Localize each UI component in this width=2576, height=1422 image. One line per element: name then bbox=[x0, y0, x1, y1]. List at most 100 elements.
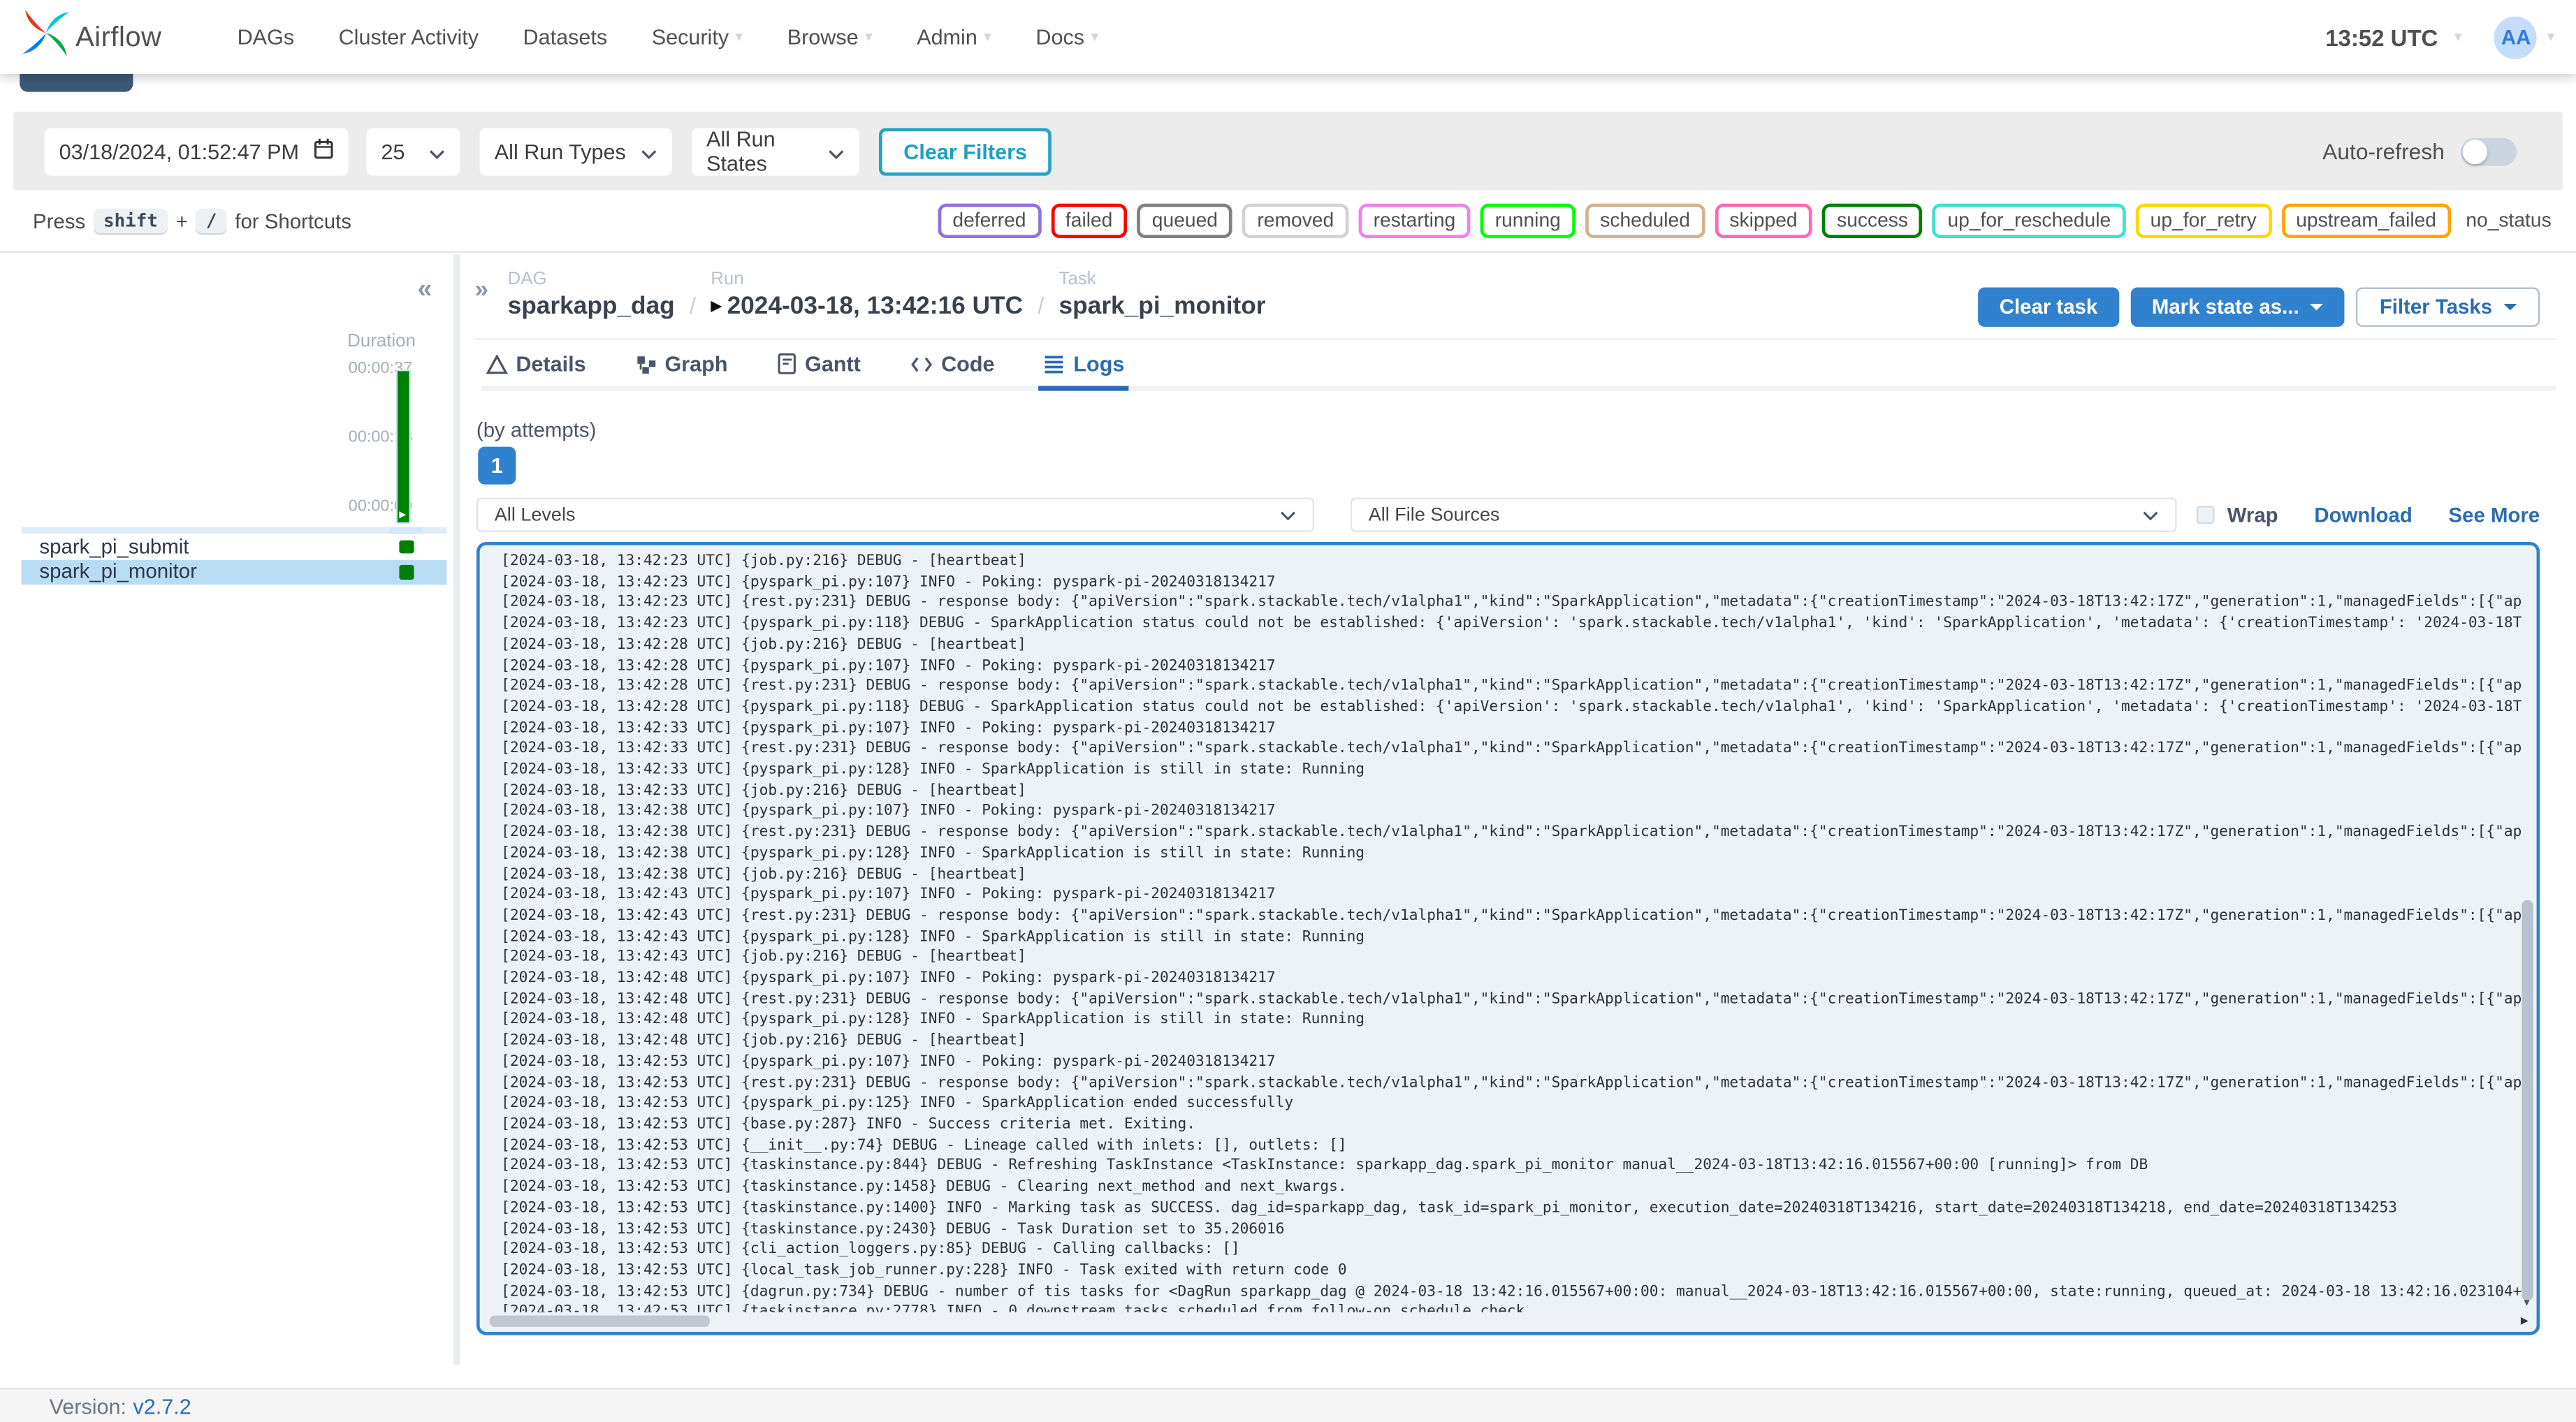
tab-gantt[interactable]: Gantt bbox=[772, 348, 866, 386]
log-line: [2024-03-18, 13:42:23 UTC] {rest.py:231}… bbox=[501, 595, 2522, 612]
scroll-down-arrow-icon[interactable]: ▼ bbox=[2522, 1299, 2532, 1309]
chevron-down-icon bbox=[641, 139, 657, 163]
tab-label: Code bbox=[941, 351, 995, 376]
breadcrumb-separator: / bbox=[689, 292, 697, 319]
state-legend: deferred failed queued removed restartin… bbox=[938, 203, 2556, 238]
scroll-right-arrow-icon[interactable]: ▶ bbox=[2521, 1315, 2528, 1327]
tab-label: Logs bbox=[1073, 351, 1125, 376]
airflow-brand[interactable]: Airflow bbox=[22, 6, 162, 67]
log-line: [2024-03-18, 13:42:48 UTC] {pyspark_pi.p… bbox=[501, 970, 1276, 988]
attempt-1-button[interactable]: 1 bbox=[478, 446, 516, 485]
toggle-knob bbox=[2462, 138, 2488, 163]
avatar[interactable]: AA bbox=[2494, 15, 2538, 59]
log-line: [2024-03-18, 13:42:43 UTC] {job.py:216} … bbox=[501, 949, 1026, 967]
airflow-app: Airflow DAGs Cluster Activity Datasets S… bbox=[0, 0, 2576, 1422]
task-instance-square[interactable] bbox=[399, 539, 414, 554]
log-line: [2024-03-18, 13:42:48 UTC] {pyspark_pi.p… bbox=[501, 1012, 1365, 1029]
log-level-select[interactable]: All Levels bbox=[476, 497, 1315, 532]
task-actions: Clear task Mark state as... Filter Tasks bbox=[1978, 287, 2540, 327]
log-line: [2024-03-18, 13:42:53 UTC] {pyspark_pi.p… bbox=[501, 1054, 1276, 1071]
shortcut-legend-row: Press shift + / for Shortcuts deferred f… bbox=[0, 190, 2576, 254]
grid-sidebar: « Duration 00:00:37 00:00:18 00:00:00 ▶ … bbox=[21, 254, 447, 1387]
nav-links: DAGs Cluster Activity Datasets Security … bbox=[238, 24, 1099, 49]
chevron-down-icon: ▾ bbox=[984, 27, 991, 45]
breadcrumb-dag[interactable]: DAG sparkapp_dag bbox=[508, 270, 675, 321]
run-timestamp: 2024-03-18, 13:42:16 UTC bbox=[727, 292, 1024, 321]
footer: Version: v2.7.2 bbox=[0, 1387, 2576, 1422]
chevron-down-icon[interactable]: ▾ bbox=[2547, 28, 2555, 46]
wrap-checkbox[interactable] bbox=[2196, 506, 2214, 525]
collapse-sidebar-icon[interactable]: « bbox=[417, 276, 432, 305]
breadcrumb-run-value[interactable]: ▶ 2024-03-18, 13:42:16 UTC bbox=[711, 293, 1023, 321]
dag-run-duration-bar[interactable]: ▶ bbox=[395, 369, 411, 525]
breadcrumb-dag-label: DAG bbox=[507, 269, 547, 289]
horizontal-scrollbar[interactable]: ▶ bbox=[483, 1314, 2533, 1329]
filter-tasks-button[interactable]: Filter Tasks bbox=[2356, 287, 2540, 327]
nav-item-datasets[interactable]: Datasets bbox=[523, 24, 608, 49]
file-source-select[interactable]: All File Sources bbox=[1350, 497, 2177, 532]
nav-item-docs[interactable]: Docs ▾ bbox=[1035, 24, 1098, 49]
task-row-spark-pi-submit[interactable]: spark_pi_submit bbox=[21, 534, 447, 559]
calendar-icon[interactable] bbox=[314, 138, 333, 165]
breadcrumb-dag-value[interactable]: sparkapp_dag bbox=[508, 293, 675, 321]
tab-logs[interactable]: Logs bbox=[1039, 348, 1130, 391]
log-level-value: All Levels bbox=[494, 505, 576, 525]
horizontal-scrollbar-thumb[interactable] bbox=[489, 1315, 710, 1327]
vertical-scrollbar-thumb[interactable] bbox=[2522, 900, 2533, 1301]
log-line: [2024-03-18, 13:42:53 UTC] {__init__.py:… bbox=[501, 1137, 1347, 1155]
task-instance-square[interactable] bbox=[399, 564, 414, 579]
expand-panel-icon[interactable]: » bbox=[475, 276, 489, 304]
base-date-input[interactable]: 03/18/2024, 01:52:47 PM bbox=[44, 127, 349, 175]
run-types-value: All Run Types bbox=[494, 138, 626, 163]
nav-item-dags[interactable]: DAGs bbox=[238, 24, 295, 49]
run-states-value: All Run States bbox=[706, 126, 776, 176]
nav-item-cluster-activity[interactable]: Cluster Activity bbox=[339, 24, 479, 49]
breadcrumb-task[interactable]: Task spark_pi_monitor bbox=[1059, 270, 1266, 321]
log-line: [2024-03-18, 13:42:23 UTC] {job.py:216} … bbox=[501, 553, 1026, 570]
legend-no-status: no_status bbox=[2466, 208, 2552, 232]
tab-label: Graph bbox=[664, 351, 728, 376]
log-line: [2024-03-18, 13:42:53 UTC] {taskinstance… bbox=[501, 1221, 1285, 1238]
page-size-value: 25 bbox=[381, 138, 405, 163]
scrolled-header-button-partial[interactable] bbox=[20, 73, 133, 92]
download-log-link[interactable]: Download bbox=[2314, 504, 2412, 527]
log-line: [2024-03-18, 13:42:28 UTC] {pyspark_pi.p… bbox=[501, 657, 1276, 675]
clear-filters-button[interactable]: Clear Filters bbox=[878, 127, 1052, 175]
mark-state-as-button[interactable]: Mark state as... bbox=[2130, 287, 2345, 327]
legend-badge-up-for-retry: up_for_retry bbox=[2135, 203, 2271, 238]
date-value: 03/18/2024, 01:52:47 PM bbox=[59, 138, 299, 163]
nav-item-security[interactable]: Security ▾ bbox=[652, 24, 743, 49]
log-line: [2024-03-18, 13:42:33 UTC] {pyspark_pi.p… bbox=[501, 720, 1276, 737]
legend-badge-success: success bbox=[1821, 203, 1923, 238]
tab-details[interactable]: Details bbox=[481, 348, 591, 386]
log-line: [2024-03-18, 13:42:53 UTC] {local_task_j… bbox=[501, 1263, 1347, 1280]
nav-label: DAGs bbox=[237, 24, 295, 50]
nav-item-browse[interactable]: Browse ▾ bbox=[787, 24, 873, 49]
breadcrumb-run[interactable]: Run ▶ 2024-03-18, 13:42:16 UTC bbox=[711, 270, 1023, 321]
log-line: [2024-03-18, 13:42:23 UTC] {pyspark_pi.p… bbox=[501, 616, 2522, 633]
log-line: [2024-03-18, 13:42:53 UTC] {base.py:287}… bbox=[501, 1116, 1195, 1134]
tab-code[interactable]: Code bbox=[905, 348, 999, 386]
log-line: [2024-03-18, 13:42:53 UTC] {taskinstance… bbox=[501, 1179, 1347, 1196]
breadcrumb-task-value[interactable]: spark_pi_monitor bbox=[1059, 293, 1266, 321]
panel-resize-handle[interactable] bbox=[453, 254, 460, 1365]
run-states-select[interactable]: All Run States bbox=[691, 126, 859, 176]
tab-graph[interactable]: Graph bbox=[630, 348, 732, 386]
grid-content: « Duration 00:00:37 00:00:18 00:00:00 ▶ … bbox=[0, 254, 2576, 1388]
run-types-select[interactable]: All Run Types bbox=[479, 127, 672, 175]
task-detail-panel: » DAG sparkapp_dag / Run ▶ 2024-03-18, 1… bbox=[474, 254, 2556, 1387]
log-line: [2024-03-18, 13:42:53 UTC] {taskinstance… bbox=[501, 1303, 2522, 1312]
page-size-select[interactable]: 25 bbox=[366, 127, 460, 175]
slash-key: / bbox=[196, 208, 227, 233]
version-link[interactable]: v2.7.2 bbox=[133, 1393, 191, 1418]
clear-task-button[interactable]: Clear task bbox=[1978, 287, 2119, 327]
log-lines: [2024-03-18, 13:42:23 UTC] {job.py:216} … bbox=[501, 552, 2522, 1312]
chevron-down-icon bbox=[429, 139, 446, 163]
nav-item-admin[interactable]: Admin ▾ bbox=[917, 24, 991, 49]
logs-list-icon bbox=[1044, 354, 1065, 374]
task-row-spark-pi-monitor[interactable]: spark_pi_monitor bbox=[21, 559, 447, 585]
airflow-logo-icon bbox=[22, 6, 71, 67]
auto-refresh-toggle[interactable] bbox=[2461, 137, 2517, 166]
see-more-link[interactable]: See More bbox=[2449, 504, 2540, 527]
clock-menu[interactable]: 13:52 UTC ▾ bbox=[2325, 24, 2461, 50]
